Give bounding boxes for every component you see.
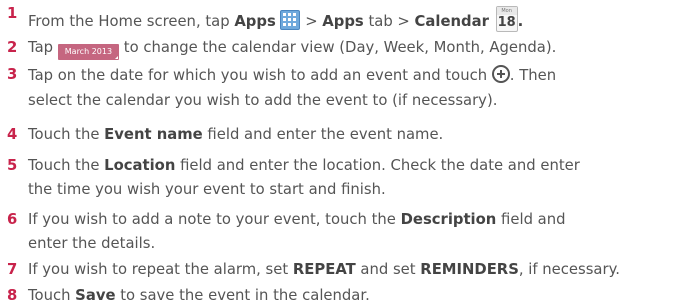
step-text-line-1: Touch the Location field and enter the l… xyxy=(28,157,580,174)
step-text-line-2: the time you wish your event to start an… xyxy=(28,181,386,198)
apps-grid-icon xyxy=(280,10,301,30)
plus-circle-icon xyxy=(491,65,510,83)
step-number: 3 xyxy=(7,66,18,83)
step-text: Tap March 2013 to change the calendar vi… xyxy=(28,38,556,60)
step-text-line-1: If you wish to add a note to your event,… xyxy=(28,211,566,228)
step-text-line-2: select the calendar you wish to add the … xyxy=(28,92,498,109)
step-text: If you wish to repeat the alarm, set REP… xyxy=(28,261,620,278)
step-number: 8 xyxy=(7,287,18,304)
step-number: 1 xyxy=(7,5,18,22)
step-text: From the Home screen, tap Apps > Apps ta… xyxy=(28,6,524,32)
step-number: 7 xyxy=(7,261,18,278)
step-number: 5 xyxy=(7,157,18,174)
instruction-list: 1 From the Home screen, tap Apps > Apps … xyxy=(0,0,689,307)
step-text-line-2: enter the details. xyxy=(28,235,156,252)
month-view-button: March 2013 xyxy=(57,44,120,60)
step-number: 6 xyxy=(7,211,18,228)
step-text: Touch the Event name field and enter the… xyxy=(28,126,444,143)
step-number: 2 xyxy=(7,39,18,56)
calendar-icon: Mon 18 xyxy=(495,6,518,32)
step-number: 4 xyxy=(7,126,18,143)
step-text-line-1: Tap on the date for which you wish to ad… xyxy=(28,65,557,84)
step-text: Touch Save to save the event in the cale… xyxy=(28,287,370,304)
